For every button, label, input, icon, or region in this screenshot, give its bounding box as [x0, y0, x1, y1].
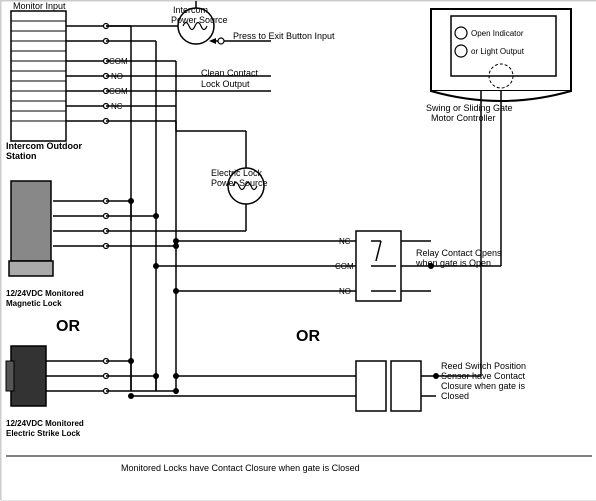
or-middle-label: OR	[296, 328, 320, 345]
electric-lock-power-label2: Power Source	[211, 178, 268, 188]
electric-lock-power-label: Electric Lock	[211, 168, 263, 178]
swing-gate-label: Swing or Sliding Gate	[426, 103, 513, 113]
intercom-outdoor-label2: Station	[6, 151, 37, 161]
intercom-power-label2: Power Source	[171, 15, 228, 25]
press-to-exit-label: Press to Exit Button Input	[233, 31, 335, 41]
reed-switch-label3: Closure when gate is	[441, 381, 526, 391]
light-output-label: or Light Output	[471, 47, 525, 56]
monitor-input-label: Monitor Input	[13, 1, 66, 11]
nc-label: NC	[111, 102, 123, 111]
intercom-power-label: Intercom	[173, 5, 208, 15]
magnetic-lock-label2: Magnetic Lock	[6, 299, 62, 308]
open-indicator-label: Open Indicator	[471, 29, 524, 38]
reed-switch-label: Reed Switch Position	[441, 361, 526, 371]
com-label: COM	[109, 57, 128, 66]
intercom-outdoor-label: Intercom Outdoor	[6, 141, 82, 151]
electric-strike-label2: Electric Strike Lock	[6, 429, 81, 438]
magnetic-lock-label: 12/24VDC Monitored	[6, 289, 84, 298]
electric-strike-label: 12/24VDC Monitored	[6, 419, 84, 428]
no-label: NO	[111, 72, 123, 81]
reed-switch-label4: Closed	[441, 391, 469, 401]
monitored-locks-label: Monitored Locks have Contact Closure whe…	[121, 463, 360, 473]
or-label: OR	[56, 318, 80, 335]
relay-contact-label: Relay Contact Opens	[416, 248, 502, 258]
wiring-diagram: Monitor Input Intercom Outdoor Station I…	[0, 0, 596, 500]
clean-contact-label2: Lock Output	[201, 79, 250, 89]
swing-gate-label2: Motor Controller	[431, 113, 496, 123]
com-label2: COM	[109, 87, 128, 96]
